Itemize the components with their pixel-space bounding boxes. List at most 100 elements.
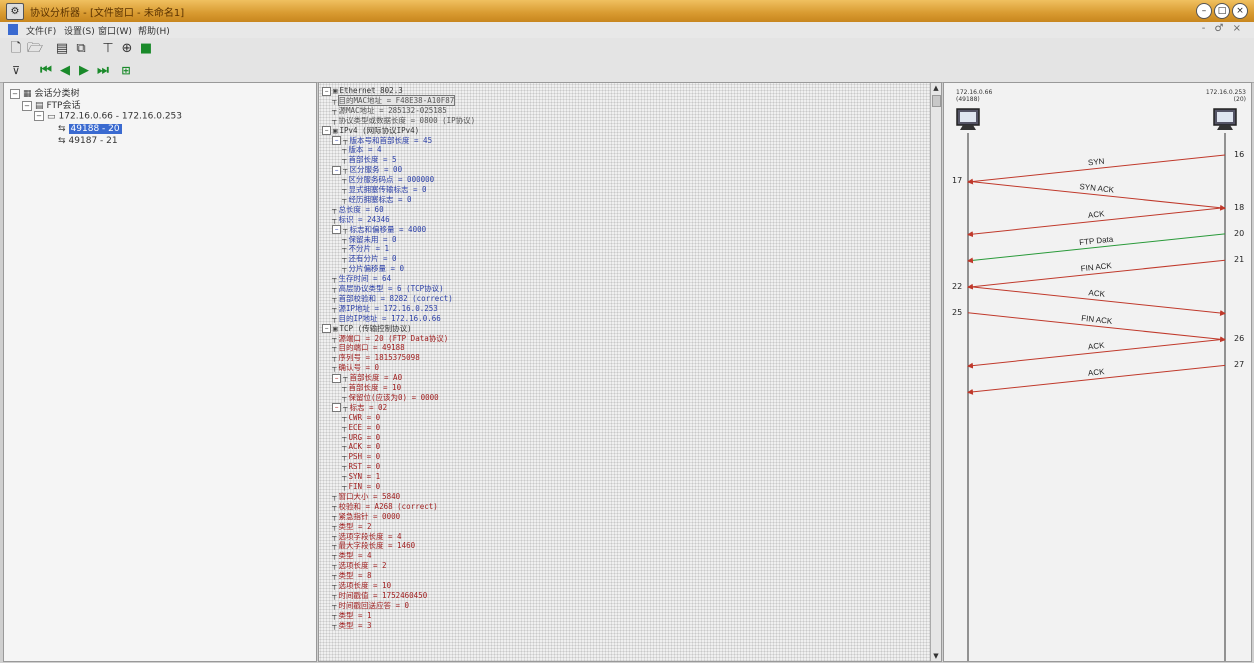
packet-field-row[interactable]: ┬ 选项长度 = 10	[332, 581, 391, 590]
packet-field-row[interactable]: ┬ 时间戳回送应答 = 0	[332, 601, 409, 610]
menu-help[interactable]: 帮助(H)	[138, 24, 170, 37]
collapse-toggle[interactable]: −	[322, 86, 331, 96]
packet-field-row[interactable]: − ┬ 标志和偏移量 = 4000	[332, 225, 426, 235]
packet-field-row[interactable]: ┬ 目的IP地址 = 172.16.0.66	[332, 314, 441, 323]
collapse-toggle[interactable]: −	[332, 403, 341, 413]
packet-field-row[interactable]: ┬ 总长度 = 60	[332, 205, 384, 214]
packet-field-row[interactable]: − ┬ 版本号和首部长度 = 45	[332, 136, 432, 145]
packet-field-row[interactable]: ┬ 高层协议类型 = 6 (TCP协议)	[332, 284, 444, 293]
packet-field-row[interactable]: ┬ 类型 = 1	[332, 611, 372, 620]
packet-field-row[interactable]: ┬ ECE = 0	[342, 423, 380, 432]
next-icon[interactable]: ▶	[76, 63, 92, 79]
packet-field-row[interactable]: ┬ 首部长度 = 5	[342, 155, 397, 164]
filter-icon[interactable]: ⊤	[100, 41, 116, 57]
collapse-toggle[interactable]: −	[332, 225, 341, 235]
protocol-header-row[interactable]: − ▣ Ethernet 802.3	[322, 86, 403, 96]
app-icon[interactable]: ⚙	[6, 3, 24, 20]
collapse-toggle[interactable]: −	[332, 136, 341, 145]
tree-session-item[interactable]: ⇆ 49187 - 21	[58, 136, 118, 146]
packet-field-row[interactable]: ┬ 类型 = 8	[332, 571, 372, 580]
packet-field-row[interactable]: ┬ 选项长度 = 2	[332, 561, 387, 570]
close-button[interactable]: ×	[1232, 3, 1248, 19]
scroll-down-icon[interactable]: ▼	[931, 651, 941, 661]
collapse-toggle[interactable]: −	[22, 100, 32, 111]
collapse-toggle[interactable]: −	[34, 111, 44, 121]
packet-field-row[interactable]: ┬ 分片偏移量 = 0	[342, 264, 404, 273]
packet-field-row[interactable]: ┬ 紧急指针 = 0000	[332, 512, 400, 521]
packet-field-row[interactable]: ┬ 源MAC地址 = 285132-025185	[332, 106, 447, 115]
packet-field-row[interactable]: ┬ 目的端口 = 49188	[332, 343, 405, 352]
protocol-header-row[interactable]: − ▣ IPv4 (网际协议IPv4)	[322, 126, 419, 136]
packet-field-row[interactable]: ┬ URG = 0	[342, 433, 380, 442]
packet-field-row[interactable]: ┬ 还有分片 = 0	[342, 254, 397, 263]
packet-field-row[interactable]: ┬ PSH = 0	[342, 452, 380, 461]
packet-field-row[interactable]: ┬ 校验和 = A268 (correct)	[332, 502, 438, 511]
last-icon[interactable]: ⏭	[95, 63, 111, 79]
collapse-toggle[interactable]: −	[322, 126, 331, 136]
previous-icon[interactable]: ◀	[57, 63, 73, 79]
right-host-monitor-icon[interactable]	[1213, 108, 1237, 130]
filter-toggle-icon[interactable]: ⊽	[8, 63, 24, 79]
jump-icon[interactable]: ⊞	[118, 63, 134, 79]
packet-field-row[interactable]: ┬ 保留位(应该为0) = 0000	[342, 393, 439, 402]
packet-field-row[interactable]: ┬ 确认号 = 0	[332, 363, 379, 372]
mdi-controls[interactable]: - ♂ ×	[1202, 23, 1244, 34]
open-folder-icon[interactable]: 🗁	[27, 41, 43, 57]
field-text: 生存时间 = 64	[338, 274, 392, 284]
packet-field-row[interactable]: − ┬ 标志 = 02	[332, 403, 387, 413]
packet-field-row[interactable]: ┬ 标识 = 24346	[332, 215, 390, 224]
packet-field-row[interactable]: − ┬ 区分服务 = 00	[332, 165, 402, 175]
packet-field-row[interactable]: − ┬ 首部长度 = A0	[332, 373, 402, 383]
scroll-up-icon[interactable]: ▲	[931, 83, 941, 93]
field-text: 首部长度 = 10	[348, 383, 402, 392]
packet-field-row[interactable]: ┬ SYN = 1	[342, 472, 380, 481]
packet-field-row[interactable]: ┬ 显式拥塞传输标志 = 0	[342, 185, 427, 194]
packet-field-row[interactable]: ┬ 经历拥塞标志 = 0	[342, 195, 412, 204]
new-file-icon[interactable]: 🗋	[8, 41, 24, 57]
packet-field-row[interactable]: ┬ 源端口 = 20 (FTP Data协议)	[332, 334, 448, 343]
collapse-toggle[interactable]: −	[322, 324, 331, 334]
packet-field-row[interactable]: ┬ 选项字段长度 = 4	[332, 532, 402, 541]
packet-field-row[interactable]: ┬ 类型 = 4	[332, 551, 372, 560]
tree-connection[interactable]: − ▭ 172.16.0.66 - 172.16.0.253	[34, 111, 182, 122]
packet-field-row[interactable]: ┬ 源IP地址 = 172.16.0.253	[332, 304, 438, 313]
scroll-thumb[interactable]	[932, 95, 941, 107]
menu-file[interactable]: 文件(F)	[26, 24, 56, 37]
packet-field-row[interactable]: ┬ 时间戳值 = 1752460450	[332, 591, 427, 600]
vertical-scrollbar[interactable]: ▲ ▼	[930, 83, 941, 661]
packet-field-row[interactable]: ┬ CWR = 0	[342, 413, 380, 422]
collapse-toggle[interactable]: −	[332, 165, 341, 175]
packet-field-row[interactable]: ┬ FIN = 0	[342, 482, 380, 491]
packet-field-row[interactable]: ┬ 区分服务码点 = 000000	[342, 175, 434, 184]
packet-field-row[interactable]: ┬ 协议类型或数据长度 = 0800 (IP协议)	[332, 116, 475, 125]
packet-field-row[interactable]: ┬ RST = 0	[342, 462, 380, 471]
packet-field-row[interactable]: ┬ 类型 = 3	[332, 621, 372, 630]
copy-icon[interactable]: ⧉	[73, 41, 89, 57]
save-icon[interactable]: ▤	[54, 41, 70, 57]
packet-field-row[interactable]: ┬ 最大字段长度 = 1460	[332, 541, 415, 550]
packet-field-row[interactable]: ┬ 版本 = 4	[342, 145, 382, 154]
packet-field-row[interactable]: ┬ 保留未用 = 0	[342, 235, 397, 244]
tree-session-item[interactable]: ⇆ 49188 - 20	[58, 124, 122, 134]
first-icon[interactable]: ⏮	[38, 63, 54, 79]
protocol-header-row[interactable]: − ▣ TCP (传输控制协议)	[322, 324, 412, 334]
packet-field-row[interactable]: ┬ 目的MAC地址 = F48E38-A10F87	[332, 94, 456, 106]
maximize-button[interactable]: □	[1214, 3, 1230, 19]
packet-field-row[interactable]: ┬ 序列号 = 1815375098	[332, 353, 420, 362]
packet-field-row[interactable]: ┬ 类型 = 2	[332, 522, 372, 531]
left-host-monitor-icon[interactable]	[956, 108, 980, 130]
packet-field-row[interactable]: ┬ ACK = 0	[342, 442, 380, 451]
collapse-toggle[interactable]: −	[332, 373, 341, 383]
collapse-toggle[interactable]: −	[10, 88, 20, 99]
green-square-icon[interactable]: ■	[138, 41, 154, 57]
packet-field-row[interactable]: ┬ 不分片 = 1	[342, 244, 389, 253]
packet-field-row[interactable]: ┬ 生存时间 = 64	[332, 274, 391, 283]
network-icon[interactable]: ⊕	[119, 41, 135, 57]
packet-field-row[interactable]: ┬ 窗口大小 = 5840	[332, 492, 400, 501]
tree-ftp-sessions[interactable]: − ▤ FTP会话	[22, 98, 80, 111]
packet-field-row[interactable]: ┬ 首部校验和 = 8282 (correct)	[332, 294, 453, 303]
packet-field-row[interactable]: ┬ 首部长度 = 10	[342, 383, 401, 392]
minimize-button[interactable]: –	[1196, 3, 1212, 19]
menu-settings[interactable]: 设置(S)	[64, 24, 95, 37]
menu-window[interactable]: 窗口(W)	[98, 24, 132, 37]
